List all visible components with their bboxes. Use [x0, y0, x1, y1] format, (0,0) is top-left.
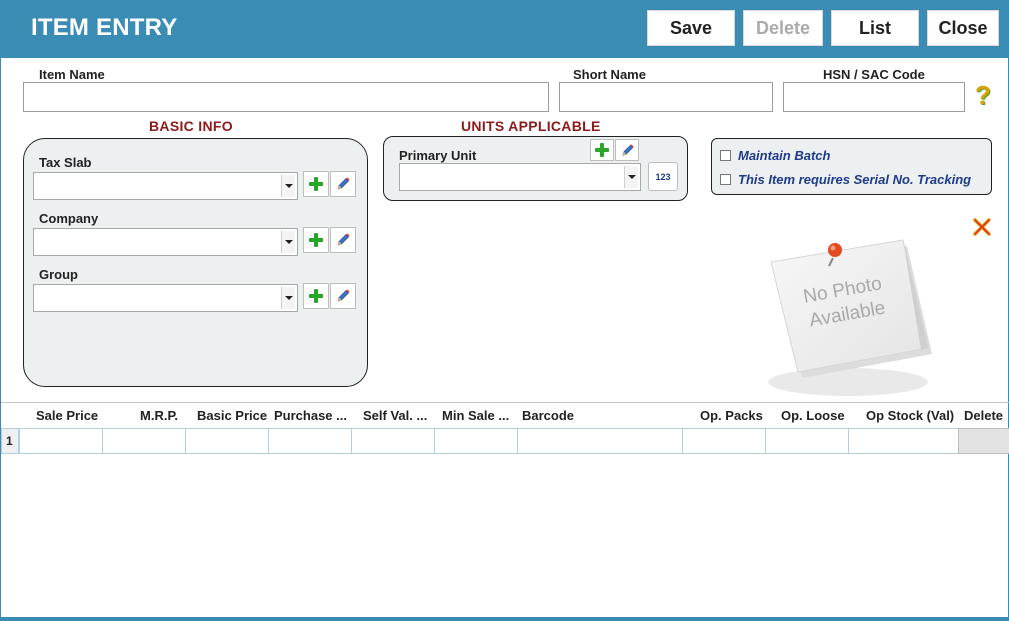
- min-sale-cell[interactable]: [434, 428, 518, 454]
- remove-photo-icon[interactable]: [972, 217, 992, 237]
- unit-numbering-button[interactable]: 123: [648, 162, 678, 191]
- help-icon[interactable]: ?: [972, 80, 994, 110]
- edit-company-button[interactable]: [330, 227, 356, 253]
- edit-group-button[interactable]: [330, 283, 356, 309]
- delete-button[interactable]: Delete: [743, 10, 823, 46]
- tax-slab-label: Tax Slab: [39, 155, 92, 170]
- save-button[interactable]: Save: [647, 10, 735, 46]
- add-unit-button[interactable]: [590, 139, 614, 161]
- purchase-price-cell[interactable]: [268, 428, 352, 454]
- plus-icon: [595, 143, 609, 157]
- column-header[interactable]: Min Sale ...: [442, 408, 509, 423]
- units-applicable-title: UNITS APPLICABLE: [461, 118, 601, 134]
- basic-price-cell[interactable]: [185, 428, 269, 454]
- hsn-label: HSN / SAC Code: [823, 67, 925, 82]
- column-header[interactable]: Barcode: [522, 408, 574, 423]
- column-header[interactable]: Sale Price: [36, 408, 98, 423]
- pencil-icon: [337, 289, 350, 302]
- hsn-code-input[interactable]: [783, 82, 965, 112]
- basic-info-panel: Tax Slab Company Group: [23, 138, 368, 387]
- add-tax-slab-button[interactable]: [303, 171, 329, 197]
- group-label: Group: [39, 267, 78, 282]
- column-header[interactable]: Op. Packs: [700, 408, 763, 423]
- short-name-label: Short Name: [573, 67, 646, 82]
- plus-icon: [309, 177, 323, 191]
- plus-icon: [309, 233, 323, 247]
- self-val-cell[interactable]: [351, 428, 435, 454]
- bottom-border: [1, 617, 1009, 621]
- column-header[interactable]: Purchase ...: [274, 408, 347, 423]
- column-header[interactable]: Basic Price: [197, 408, 267, 423]
- item-name-label: Item Name: [39, 67, 105, 82]
- primary-unit-select[interactable]: [399, 163, 641, 191]
- numbering-icon: 123: [655, 171, 671, 182]
- op-stock-val-cell[interactable]: [848, 428, 959, 454]
- pencil-icon: [337, 233, 350, 246]
- chevron-down-icon[interactable]: [281, 287, 295, 309]
- page-title: ITEM ENTRY: [31, 14, 178, 41]
- edit-tax-slab-button[interactable]: [330, 171, 356, 197]
- barcode-cell[interactable]: [517, 428, 683, 454]
- edit-unit-button[interactable]: [615, 139, 639, 161]
- column-header[interactable]: Op Stock (Val): [866, 408, 954, 423]
- tax-slab-select[interactable]: [33, 172, 298, 200]
- short-name-input[interactable]: [559, 82, 773, 112]
- serial-tracking-label: This Item requires Serial No. Tracking: [738, 172, 972, 187]
- plus-icon: [309, 289, 323, 303]
- pencil-icon: [337, 177, 350, 190]
- pencil-icon: [621, 143, 634, 156]
- serial-tracking-option[interactable]: This Item requires Serial No. Tracking: [720, 172, 971, 187]
- table-row: 1: [1, 428, 1009, 454]
- maintain-batch-checkbox[interactable]: [720, 150, 731, 161]
- delete-row-cell[interactable]: [958, 428, 1009, 454]
- row-number: 1: [1, 428, 19, 454]
- close-button[interactable]: Close: [927, 10, 999, 46]
- list-button[interactable]: List: [831, 10, 919, 46]
- item-name-input[interactable]: [23, 82, 549, 112]
- group-select[interactable]: [33, 284, 298, 312]
- company-label: Company: [39, 211, 99, 226]
- units-panel: Primary Unit 123: [383, 136, 688, 201]
- column-header[interactable]: M.R.P.: [140, 408, 178, 423]
- column-header[interactable]: Self Val. ...: [363, 408, 427, 423]
- header-bar: ITEM ENTRY Save Delete List Close: [1, 0, 1009, 58]
- column-header[interactable]: Delete: [964, 408, 1003, 423]
- add-group-button[interactable]: [303, 283, 329, 309]
- maintain-batch-option[interactable]: Maintain Batch: [720, 148, 830, 163]
- no-photo-placeholder[interactable]: No Photo Available: [753, 222, 953, 402]
- add-company-button[interactable]: [303, 227, 329, 253]
- op-loose-cell[interactable]: [765, 428, 849, 454]
- grid-header: Sale Price M.R.P. Basic Price Purchase .…: [1, 402, 1009, 428]
- serial-tracking-checkbox[interactable]: [720, 174, 731, 185]
- mrp-cell[interactable]: [102, 428, 186, 454]
- chevron-down-icon[interactable]: [281, 231, 295, 253]
- primary-unit-label: Primary Unit: [399, 148, 477, 163]
- sale-price-cell[interactable]: [19, 428, 103, 454]
- column-header[interactable]: Op. Loose: [781, 408, 845, 423]
- maintain-batch-label: Maintain Batch: [738, 148, 831, 163]
- basic-info-title: BASIC INFO: [149, 118, 233, 134]
- company-select[interactable]: [33, 228, 298, 256]
- options-panel: Maintain Batch This Item requires Serial…: [711, 138, 992, 195]
- chevron-down-icon[interactable]: [281, 175, 295, 197]
- op-packs-cell[interactable]: [682, 428, 766, 454]
- chevron-down-icon[interactable]: [624, 166, 638, 188]
- item-entry-window: ITEM ENTRY Save Delete List Close Item N…: [0, 0, 1009, 621]
